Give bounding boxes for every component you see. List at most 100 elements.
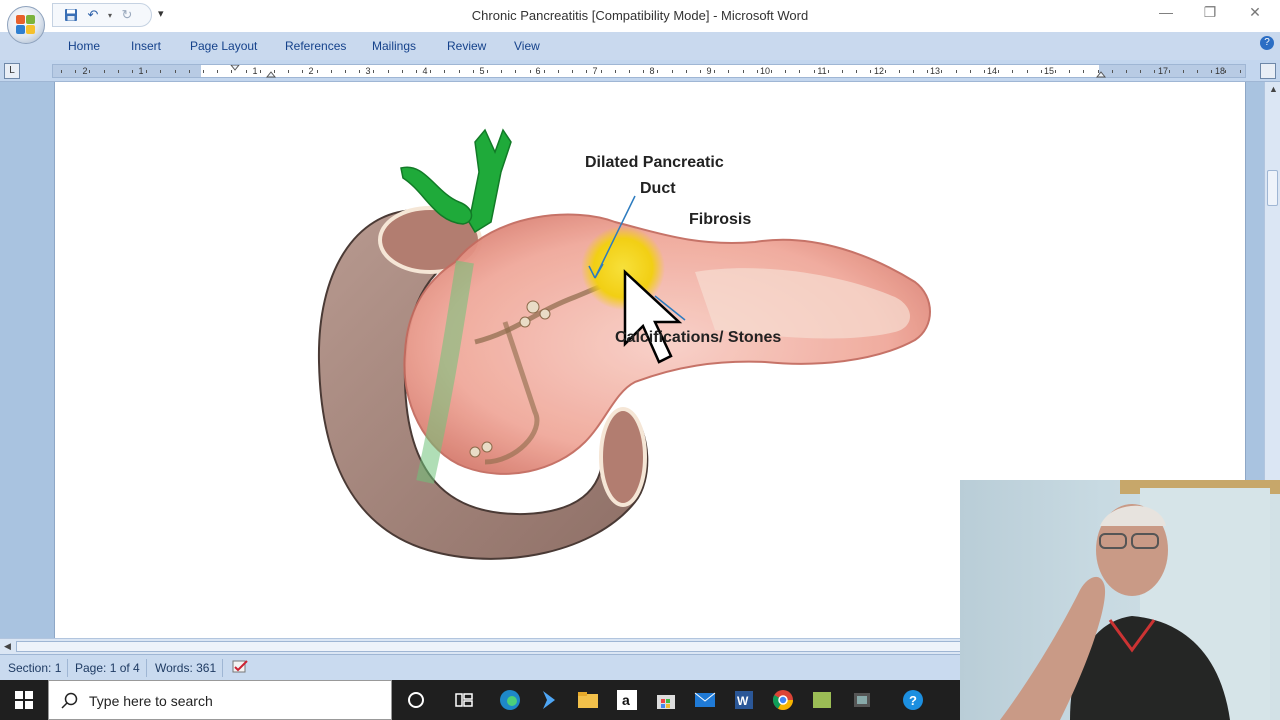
visual-studio-icon[interactable]	[537, 688, 561, 712]
ruler-tick-mark	[657, 70, 658, 73]
amazon-icon[interactable]: a	[615, 688, 639, 712]
restore-button[interactable]: ❐	[1200, 4, 1220, 21]
ruler-tick-mark	[104, 70, 105, 73]
ruler-tick-mark	[231, 70, 232, 73]
ruler-tick-mark	[899, 70, 900, 73]
ruler-tick-mark	[1098, 70, 1099, 73]
ruler-tick-mark	[586, 70, 587, 73]
chrome-icon[interactable]	[771, 688, 795, 712]
ruler-tick-mark	[61, 70, 62, 73]
ruler-tick-mark	[941, 70, 942, 73]
tab-home[interactable]: Home	[68, 39, 100, 53]
ruler-tick-mark	[501, 70, 502, 73]
ruler-tick-mark	[714, 70, 715, 73]
view-ruler-icon[interactable]	[1260, 63, 1276, 79]
ruler-tick-mark	[260, 70, 261, 73]
ruler-tick-mark	[444, 70, 445, 73]
ruler-tick-mark	[1027, 70, 1028, 73]
tab-insert[interactable]: Insert	[131, 39, 161, 53]
proofing-icon[interactable]	[232, 659, 250, 680]
ruler-tick-mark	[956, 70, 957, 73]
status-bar: Section: 1 Page: 1 of 4 Words: 361	[0, 654, 960, 680]
svg-text:a: a	[622, 692, 630, 708]
help-icon[interactable]: ?	[1260, 36, 1274, 50]
ruler-tick-mark	[530, 70, 531, 73]
cortana-icon[interactable]	[404, 688, 428, 712]
ruler-tick-mark	[799, 70, 800, 73]
ruler-row: L 2 1 1 2 3 4 5 6 7 8 9 10 11 12 13 14 15 17 18	[0, 60, 1280, 82]
file-explorer-icon[interactable]	[576, 688, 600, 712]
ruler-tick-mark	[359, 70, 360, 73]
ruler-tick-mark	[728, 70, 729, 73]
tab-references[interactable]: References	[285, 39, 346, 53]
ruler-tick-mark	[473, 70, 474, 73]
search-placeholder: Type here to search	[89, 693, 213, 709]
label-dilated-duct-line1: Dilated Pancreatic	[585, 154, 724, 171]
scroll-left-icon[interactable]: ◀	[4, 641, 11, 652]
ruler-tick-mark	[970, 70, 971, 73]
status-separator	[67, 659, 68, 677]
ruler-tick-mark	[842, 70, 843, 73]
label-dilated-duct-line2: Duct	[640, 180, 676, 197]
ruler-tick-mark	[203, 70, 204, 73]
ruler-tick-label: 10	[759, 66, 770, 76]
word-icon[interactable]: W	[732, 688, 756, 712]
ruler-tick-mark	[601, 70, 602, 73]
status-words[interactable]: Words: 361	[155, 661, 216, 675]
presenter-video	[1000, 480, 1280, 720]
minimize-button[interactable]: —	[1156, 4, 1176, 20]
app-icon[interactable]	[850, 688, 874, 712]
tab-selector[interactable]: L	[4, 63, 20, 79]
status-section[interactable]: Section: 1	[8, 661, 61, 675]
ruler-tick-mark	[132, 70, 133, 73]
ruler-tick-mark	[331, 70, 332, 73]
ruler-tick-mark	[870, 70, 871, 73]
office-button[interactable]	[7, 6, 45, 44]
label-calcifications: Calcifications/ Stones	[615, 329, 782, 346]
ruler-tick-mark	[1112, 70, 1113, 73]
task-view-icon[interactable]	[452, 688, 476, 712]
edge-icon[interactable]	[498, 688, 522, 712]
ruler-tick-mark	[1169, 70, 1170, 73]
ruler-tick-mark	[89, 70, 90, 73]
ruler-tick-mark	[118, 70, 119, 73]
store-icon[interactable]	[654, 688, 678, 712]
webcam-overlay	[960, 480, 1280, 720]
tab-view[interactable]: View	[514, 39, 540, 53]
horizontal-scrollbar[interactable]: ◀	[0, 638, 1226, 654]
ruler-tick-mark	[302, 70, 303, 73]
ruler-tick-label: 14	[986, 66, 997, 76]
vertical-scroll-thumb[interactable]	[1267, 170, 1278, 206]
ruler-tick-mark	[430, 70, 431, 73]
status-page[interactable]: Page: 1 of 4	[75, 661, 140, 675]
ruler-tick-mark	[686, 70, 687, 73]
ruler-tick-mark	[1012, 70, 1013, 73]
scroll-up-icon[interactable]: ▲	[1269, 84, 1278, 94]
windows-icon	[15, 691, 33, 709]
close-button[interactable]: ✕	[1245, 4, 1265, 21]
ruler-tick-mark	[913, 70, 914, 73]
ruler-tick-mark	[1183, 70, 1184, 73]
help-app-icon[interactable]: ?	[901, 688, 925, 712]
start-button[interactable]	[0, 680, 48, 720]
tab-mailings[interactable]: Mailings	[372, 39, 416, 53]
ruler-tick-mark	[1069, 70, 1070, 73]
tab-page-layout[interactable]: Page Layout	[190, 39, 257, 53]
ruler-tick-mark	[217, 70, 218, 73]
ruler-tick-mark	[629, 70, 630, 73]
taskbar-search[interactable]: Type here to search	[48, 680, 392, 720]
horizontal-ruler[interactable]: 2 1 1 2 3 4 5 6 7 8 9 10 11 12 13 14 15 17 18	[52, 64, 1246, 78]
ruler-tick-mark	[1055, 70, 1056, 73]
ruler-tick-mark	[998, 70, 999, 73]
svg-text:?: ?	[909, 693, 917, 708]
ruler-tick-label: 11	[817, 66, 827, 76]
ruler-tick-mark	[1211, 70, 1212, 73]
notes-icon[interactable]	[810, 688, 834, 712]
ruler-tick-mark	[672, 70, 673, 73]
ruler-tick-mark	[558, 70, 559, 73]
ruler-tick-mark	[175, 70, 176, 73]
ruler-tick-mark	[75, 70, 76, 73]
mail-icon[interactable]	[693, 688, 717, 712]
ruler-tick-mark	[317, 70, 318, 73]
tab-review[interactable]: Review	[447, 39, 486, 53]
